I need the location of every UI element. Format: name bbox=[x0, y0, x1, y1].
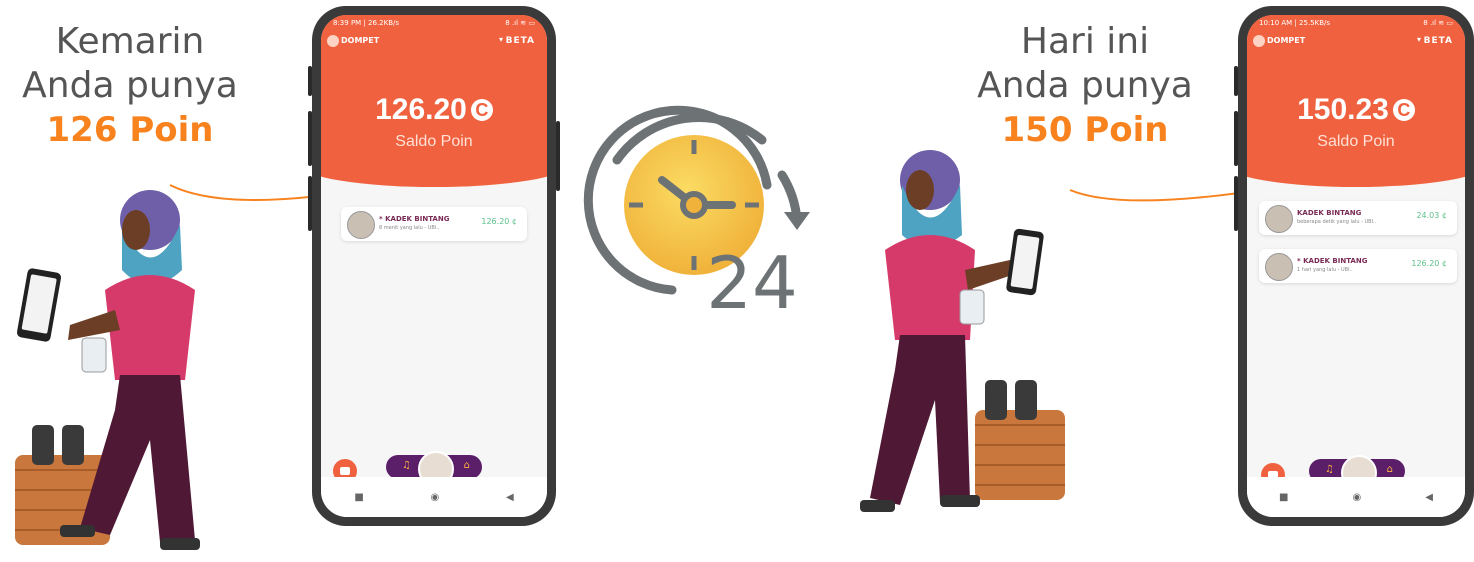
transaction-name: KADEK BINTANG bbox=[1297, 209, 1362, 217]
phone-screen: 10:10 AM | 25.5KB/s 8 .ıl ≋ ▭ DOMPET ▾ B… bbox=[1247, 15, 1465, 517]
status-bar: 10:10 AM | 25.5KB/s 8 .ıl ≋ ▭ bbox=[1247, 15, 1465, 31]
woman-illustration-left bbox=[15, 190, 200, 550]
transaction-name: * KADEK BINTANG bbox=[379, 215, 450, 223]
phone-yesterday: 8:39 PM | 26.2KB/s 8 .ıl ≋ ▭ DOMPET ▾ BE… bbox=[308, 6, 560, 526]
app-bar: DOMPET ▾ BETA bbox=[1247, 31, 1465, 51]
clock-24h-icon: 24 bbox=[583, 105, 810, 325]
coin-icon: C bbox=[1392, 99, 1415, 121]
beta-badge: BETA bbox=[1423, 36, 1453, 46]
beta-badge: BETA bbox=[505, 36, 535, 46]
app-name: DOMPET bbox=[1267, 36, 1306, 45]
status-icons: 8 .ıl ≋ ▭ bbox=[1423, 19, 1453, 27]
bell-icon[interactable]: ♫ bbox=[402, 460, 411, 471]
avatar bbox=[1265, 205, 1293, 233]
app-logo-icon bbox=[327, 35, 339, 47]
home-circle-icon[interactable]: ◉ bbox=[1353, 492, 1362, 503]
home-circle-icon[interactable]: ◉ bbox=[431, 492, 440, 503]
chevron-down-icon[interactable]: ▾ bbox=[1417, 35, 1421, 44]
bell-icon[interactable]: ♫ bbox=[1325, 464, 1334, 475]
balance-amount: 150.23 C bbox=[1247, 93, 1465, 127]
avatar bbox=[347, 211, 375, 239]
transaction-value: 126.20 ¢ bbox=[481, 217, 517, 226]
balance-value: 126.20 bbox=[375, 93, 467, 126]
system-nav-bar: ■ ◉ ◀ bbox=[321, 477, 547, 517]
home-icon[interactable]: ⌂ bbox=[1387, 464, 1393, 475]
status-time: 8:39 PM | 26.2KB/s bbox=[333, 19, 399, 27]
balance-label: Saldo Poin bbox=[1317, 133, 1395, 150]
transaction-item[interactable]: * KADEK BINTANG 8 menit yang lalu - UBI.… bbox=[341, 207, 527, 241]
app-name: DOMPET bbox=[341, 36, 380, 45]
app-bar: DOMPET ▾ BETA bbox=[321, 31, 547, 51]
chevron-down-icon[interactable]: ▾ bbox=[499, 35, 503, 44]
bottom-nav-pill: ♫ ⌂ bbox=[386, 451, 482, 487]
balance-amount: 126.20 C bbox=[321, 93, 547, 127]
balance-value: 150.23 bbox=[1297, 93, 1389, 126]
app-logo-icon bbox=[1253, 35, 1265, 47]
basket bbox=[975, 410, 1065, 500]
home-icon[interactable]: ⌂ bbox=[464, 460, 470, 471]
transaction-subtitle: beberapa detik yang lalu - UBI.. bbox=[1297, 219, 1377, 225]
status-bar: 8:39 PM | 26.2KB/s 8 .ıl ≋ ▭ bbox=[321, 15, 547, 31]
transaction-item[interactable]: KADEK BINTANG beberapa detik yang lalu -… bbox=[1259, 201, 1457, 235]
transaction-name: * KADEK BINTANG bbox=[1297, 257, 1368, 265]
system-nav-bar: ■ ◉ ◀ bbox=[1247, 477, 1465, 517]
coin-icon: C bbox=[470, 99, 493, 121]
stop-square-icon[interactable]: ■ bbox=[1279, 492, 1288, 503]
status-icons: 8 .ıl ≋ ▭ bbox=[505, 19, 535, 27]
transaction-value: 24.03 ¢ bbox=[1416, 211, 1447, 220]
woman-illustration-right bbox=[860, 150, 1065, 512]
phone-screen: 8:39 PM | 26.2KB/s 8 .ıl ≋ ▭ DOMPET ▾ BE… bbox=[321, 15, 547, 517]
status-time: 10:10 AM | 25.5KB/s bbox=[1259, 19, 1331, 27]
clock-label: 24 bbox=[706, 241, 798, 325]
back-triangle-icon[interactable]: ◀ bbox=[1425, 492, 1433, 503]
stop-square-icon[interactable]: ■ bbox=[354, 492, 363, 503]
transaction-item[interactable]: * KADEK BINTANG 1 hari yang lalu - UBI..… bbox=[1259, 249, 1457, 283]
balance-label: Saldo Poin bbox=[395, 133, 473, 150]
transaction-subtitle: 8 menit yang lalu - UBI.. bbox=[379, 225, 440, 231]
transaction-value: 126.20 ¢ bbox=[1411, 259, 1447, 268]
back-triangle-icon[interactable]: ◀ bbox=[506, 492, 514, 503]
avatar bbox=[1265, 253, 1293, 281]
phone-today: 10:10 AM | 25.5KB/s 8 .ıl ≋ ▭ DOMPET ▾ B… bbox=[1234, 6, 1474, 526]
transaction-subtitle: 1 hari yang lalu - UBI.. bbox=[1297, 267, 1353, 273]
